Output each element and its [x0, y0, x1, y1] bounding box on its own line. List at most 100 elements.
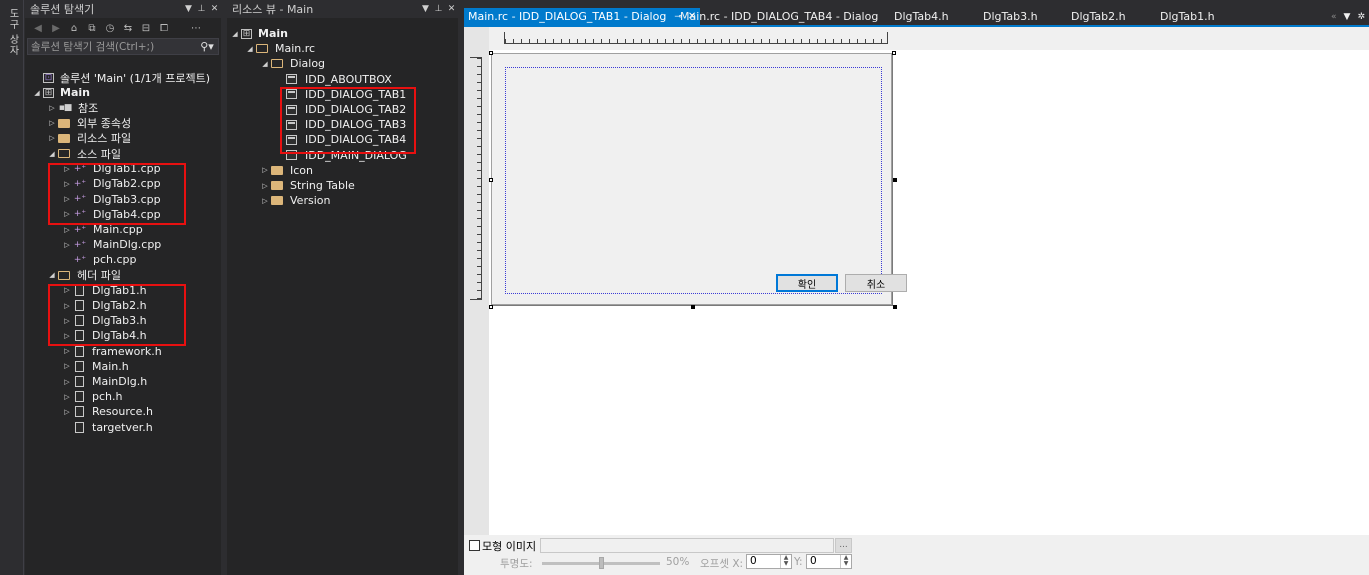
expander-icon[interactable]: ▷ [61, 241, 73, 249]
resize-handle-middle-right[interactable] [893, 178, 897, 182]
expander-icon[interactable]: ◢ [31, 89, 43, 97]
tree-item[interactable]: ◢ 헤더 파일 [46, 268, 123, 283]
search-input[interactable]: 솔루션 탐색기 검색(Ctrl+;) [31, 39, 196, 54]
expander-icon[interactable]: ▷ [61, 393, 73, 401]
offset-y-spinner[interactable]: 0 ▲ ▼ [806, 554, 852, 569]
expander-icon[interactable]: ▷ [61, 347, 73, 355]
expander-icon[interactable]: ▷ [61, 378, 73, 386]
tree-item[interactable]: ▷ MainDlg.h [61, 374, 149, 389]
opacity-slider-thumb[interactable] [599, 557, 604, 569]
expander-icon[interactable]: ▷ [46, 134, 58, 142]
tab-document[interactable]: DlgTab2.h [1067, 8, 1130, 25]
dropdown-icon[interactable]: ▼ [182, 4, 195, 14]
tree-item[interactable]: ▷ DlgTab3.h [61, 313, 149, 328]
resize-handle-middle-left[interactable] [489, 178, 493, 182]
tree-item[interactable]: IDD_MAIN_DIALOG [274, 148, 409, 163]
toolbox-label[interactable]: 도구 상자 [5, 8, 20, 56]
tree-item[interactable]: ⊡ 솔루션 'Main' (1/1개 프로젝트) [31, 70, 212, 85]
tree-item[interactable]: ▷ +⁺ MainDlg.cpp [61, 237, 163, 252]
tree-item[interactable]: IDD_DIALOG_TAB4 [274, 132, 408, 147]
expander-icon[interactable]: ▷ [61, 317, 73, 325]
horizontal-ruler[interactable] [504, 32, 888, 44]
tree-item[interactable]: IDD_DIALOG_TAB1 [274, 86, 408, 102]
solution-explorer-search[interactable]: 솔루션 탐색기 검색(Ctrl+;) ⚲▾ [27, 38, 219, 55]
expander-icon[interactable]: ▷ [259, 166, 271, 174]
tree-item[interactable]: ◢ Main.rc [244, 41, 317, 56]
expander-icon[interactable]: ▷ [46, 104, 58, 112]
mockup-image-checkbox[interactable] [469, 540, 480, 551]
tree-item[interactable]: IDD_ABOUTBOX [274, 72, 394, 87]
tree-item[interactable]: ◢ 소스 파일 [46, 146, 123, 161]
resize-handle-bottom-middle[interactable] [691, 305, 695, 309]
tree-item[interactable]: ▷ Version [259, 193, 332, 208]
ok-button[interactable]: 확인 [776, 274, 838, 292]
tab-document[interactable]: DlgTab3.h [979, 8, 1042, 25]
tree-item[interactable]: ▷ Resource.h [61, 404, 155, 419]
expander-icon[interactable]: ◢ [259, 60, 271, 68]
dialog-editor[interactable]: 확인 취소 모형 이미지 ... 투명도: 50% 오프셋 X: 0 ▲ ▼ Y:… [464, 27, 1369, 575]
tree-item[interactable]: targetver.h [61, 420, 155, 435]
tree-item[interactable]: ▷ String Table [259, 178, 357, 193]
resize-handle-bottom-right[interactable] [893, 305, 897, 309]
tree-item[interactable]: ◢ ⊞ Main [229, 26, 290, 41]
tree-item[interactable]: ▷ DlgTab4.h [61, 328, 149, 343]
spinner-arrows-icon[interactable]: ▲ ▼ [840, 555, 851, 568]
cancel-button[interactable]: 취소 [845, 274, 907, 292]
switch-views-icon[interactable]: ⧉ [85, 21, 99, 35]
tab-document[interactable]: Main.rc - IDD_DIALOG_TAB1 - Dialog ⊸ ✕ [464, 8, 701, 25]
tab-document[interactable]: DlgTab4.h [890, 8, 953, 25]
browse-button[interactable]: ... [835, 538, 852, 553]
tree-item[interactable]: ▷ +⁺ Main.cpp [61, 222, 145, 237]
scroll-left-icon[interactable]: « [1331, 12, 1337, 22]
expander-icon[interactable]: ▷ [61, 210, 73, 218]
close-icon[interactable]: ✕ [208, 4, 221, 14]
dialog-canvas[interactable]: 확인 취소 [491, 53, 907, 305]
tree-item[interactable]: ▷ +⁺ DlgTab4.cpp [61, 207, 163, 222]
tree-item[interactable]: ▷ Main.h [61, 359, 131, 374]
expander-icon[interactable]: ◢ [46, 271, 58, 279]
expander-icon[interactable]: ▷ [61, 408, 73, 416]
show-all-files-icon[interactable]: ⧠ [157, 21, 171, 35]
offset-x-value[interactable]: 0 [750, 555, 757, 567]
collapse-all-icon[interactable]: ⊟ [139, 21, 153, 35]
tab-document[interactable]: Main.rc - IDD_DIALOG_TAB4 - Dialog [676, 8, 882, 25]
close-icon[interactable]: ✕ [445, 4, 458, 14]
expander-icon[interactable]: ◢ [244, 45, 256, 53]
more-icon[interactable]: ⋯ [189, 21, 203, 35]
expander-icon[interactable]: ◢ [229, 30, 241, 38]
resize-handle-top-right[interactable] [892, 51, 896, 55]
tree-item[interactable]: ▷ Icon [259, 163, 315, 178]
expander-icon[interactable]: ▷ [61, 302, 73, 310]
expander-icon[interactable]: ▷ [259, 182, 271, 190]
vertical-ruler[interactable] [470, 57, 482, 300]
spinner-arrows-icon[interactable]: ▲ ▼ [780, 555, 791, 568]
dropdown-icon[interactable]: ▼ [419, 4, 432, 14]
expander-icon[interactable]: ◢ [46, 150, 58, 158]
pending-changes-icon[interactable]: ◷ [103, 21, 117, 35]
tab-list-dropdown-icon[interactable]: ▼ [1344, 12, 1351, 22]
tree-item[interactable]: ▷ +⁺ DlgTab3.cpp [61, 192, 163, 207]
settings-icon[interactable]: ✲ [1357, 12, 1365, 22]
home-icon[interactable]: ⌂ [67, 21, 81, 35]
expander-icon[interactable]: ▷ [61, 226, 73, 234]
tree-item[interactable]: ◢ Dialog [259, 56, 327, 71]
tree-item[interactable]: IDD_DIALOG_TAB2 [274, 102, 408, 117]
pin-icon[interactable]: ⊥ [195, 4, 208, 14]
tree-item[interactable]: ▷ +⁺ DlgTab1.cpp [25, 161, 221, 177]
tree-item[interactable]: ▷ pch.h [61, 389, 124, 404]
tree-item[interactable]: ▷ framework.h [61, 344, 164, 359]
tree-item[interactable]: ▷ DlgTab2.h [61, 298, 149, 313]
expander-icon[interactable]: ▷ [61, 180, 73, 188]
expander-icon[interactable]: ▷ [61, 362, 73, 370]
tab-document[interactable]: DlgTab1.h [1156, 8, 1219, 25]
resize-handle-top-left[interactable] [489, 51, 493, 55]
tree-item[interactable]: ▷ DlgTab1.h [61, 283, 149, 298]
expander-icon[interactable]: ▷ [61, 165, 73, 173]
expander-icon[interactable]: ▷ [61, 332, 73, 340]
forward-icon[interactable]: ▶ [49, 21, 63, 35]
offset-x-spinner[interactable]: 0 ▲ ▼ [746, 554, 792, 569]
search-icon[interactable]: ⚲▾ [196, 40, 218, 53]
mockup-image-path-field[interactable] [540, 538, 834, 553]
tree-item[interactable]: ▷ 외부 종속성 [46, 116, 133, 131]
expander-icon[interactable]: ▷ [61, 286, 73, 294]
